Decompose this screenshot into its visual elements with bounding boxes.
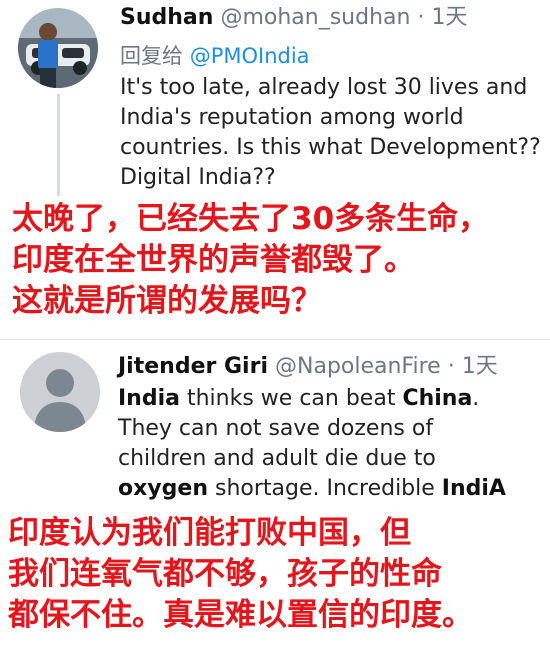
author-name[interactable]: Jitender Giri — [118, 354, 268, 379]
caption-line: 太晚了，已经失去了30多条生命， — [12, 201, 490, 237]
translation-caption: 印度认为我们能打败中国，但 我们连氧气都不够，孩子的性命 都保不住。真是难以置信… — [8, 513, 548, 636]
tweet-body-line: Digital India?? — [120, 165, 276, 190]
tweet-body-line: oxygen shortage. Incredible IndiA — [118, 474, 538, 504]
tweet-header: Jitender Giri @NapoleanFire · 1天 — [118, 353, 498, 381]
caption-line: 这就是所谓的发展吗？ — [12, 283, 322, 319]
caption-line: 印度认为我们能打败中国，但 — [8, 515, 411, 551]
tweet-body-line: countries. Is this what Development?? — [120, 135, 541, 160]
body-text: thinks we can beat — [179, 386, 403, 411]
tweet-body-line: It's too late, already lost 30 lives and — [120, 75, 528, 100]
tweet-time[interactable]: 1天 — [462, 354, 498, 379]
tweet-body-line: children and adult die due to — [118, 446, 436, 471]
author-handle[interactable]: @mohan_sudhan — [220, 5, 410, 30]
tweet-time[interactable]: 1天 — [431, 5, 467, 30]
author-handle[interactable]: @NapoleanFire — [275, 354, 441, 379]
bold-word: IndiA — [441, 476, 506, 501]
tweet-body-line: They can not save dozens of — [118, 416, 434, 441]
author-name[interactable]: Sudhan — [120, 5, 213, 30]
tweet-header: Sudhan @mohan_sudhan · 1天 — [120, 4, 467, 32]
reply-to-line: 回复给 @PMOIndia — [120, 42, 310, 70]
tweet-body-line: India thinks we can beat China. — [118, 384, 538, 414]
caption-line: 印度在全世界的声誉都毁了。 — [12, 242, 415, 278]
tweet-body: It's too late, already lost 30 lives and… — [120, 73, 541, 193]
body-text: . — [472, 386, 480, 411]
caption-line: 我们连氧气都不够，孩子的性命 — [8, 556, 442, 592]
separator: · — [417, 5, 425, 30]
bold-word: oxygen — [118, 476, 208, 501]
tweet-body-line: India's reputation among world — [120, 105, 464, 130]
reply-handle-link[interactable]: @PMOIndia — [190, 44, 310, 68]
body-text: shortage. Incredible — [207, 476, 442, 501]
translation-caption: 太晚了，已经失去了30多条生命， 印度在全世界的声誉都毁了。 这就是所谓的发展吗… — [12, 199, 547, 322]
separator: · — [447, 354, 455, 379]
avatar-photo-icon — [18, 8, 98, 88]
tweet-card-1[interactable]: Sudhan @mohan_sudhan · 1天 回复给 @PMOIndia … — [0, 0, 550, 340]
tweet-body: India thinks we can beat China. They can… — [118, 384, 538, 504]
thread-connector-line — [57, 94, 60, 196]
caption-line: 都保不住。真是难以置信的印度。 — [8, 597, 473, 633]
avatar[interactable] — [18, 8, 98, 88]
bold-word: India — [118, 386, 180, 411]
default-avatar-icon — [20, 352, 100, 432]
bold-word: China — [402, 386, 473, 411]
avatar[interactable] — [20, 352, 100, 432]
reply-label: 回复给 — [120, 44, 183, 68]
